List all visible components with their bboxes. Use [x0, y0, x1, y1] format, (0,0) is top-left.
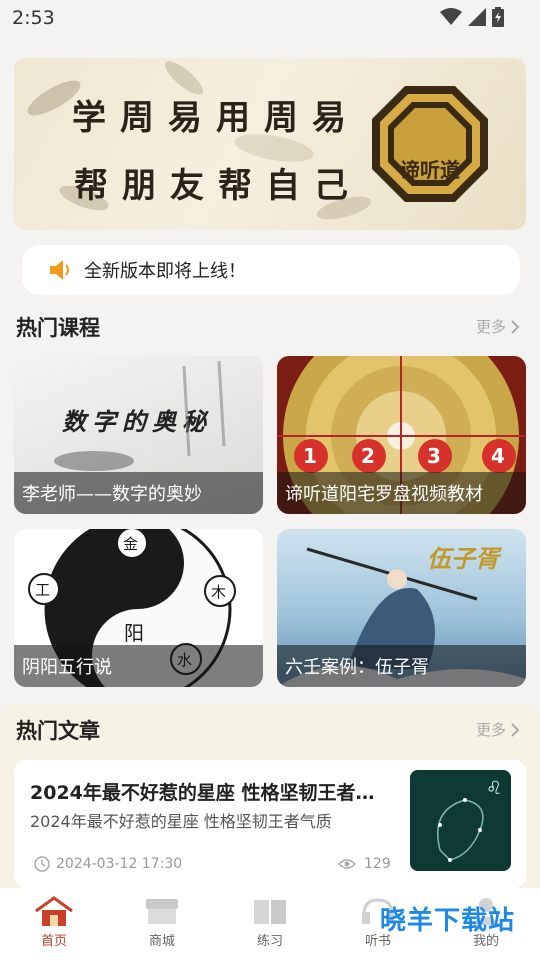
- tab-label: 商城: [148, 934, 175, 949]
- watermark: 晓羊下载站: [380, 906, 516, 936]
- course-card[interactable]: 金 工 木 阴 阳 水 阴阳五行说: [14, 529, 263, 687]
- home-icon: [35, 896, 73, 926]
- article-card[interactable]: 2024年最不好惹的星座 性格坚韧王者… 2024年最不好惹的星座 性格坚韧王者…: [14, 760, 526, 888]
- shop-icon: [146, 899, 178, 924]
- course-card[interactable]: 伍子胥 六壬案例：伍子胥: [277, 529, 526, 687]
- article-title: 2024年最不好惹的星座 性格坚韧王者…: [30, 782, 375, 804]
- articles-section-title: 热门文章: [16, 719, 100, 743]
- banner-slogan-line2: 帮朋友帮自己: [74, 166, 362, 206]
- banner-slogan-line1: 学周易用周易: [72, 98, 360, 138]
- courses-more-label: 更多: [475, 318, 506, 336]
- status-icons: [440, 7, 504, 27]
- leo-constellation-image: ♌: [410, 770, 511, 871]
- tab-label: 首页: [40, 934, 67, 949]
- article-date-text: 2024-03-12 17:30: [56, 856, 183, 872]
- articles-more-label: 更多: [475, 721, 506, 739]
- bagua-logo-text: 谛听道: [400, 158, 460, 182]
- element-glyph: 木: [211, 583, 227, 601]
- compass-number: 1: [303, 444, 317, 468]
- courses-more-link[interactable]: 更多: [476, 316, 520, 337]
- element-glyph: 阳: [124, 621, 144, 645]
- hero-banner[interactable]: 学周易用周易 帮朋友帮自己 谛听道: [14, 58, 526, 230]
- bagua-logo: [372, 86, 488, 202]
- tab-home[interactable]: 首页: [0, 888, 108, 960]
- ink-decoration: [54, 360, 226, 471]
- courses-section-title: 热门课程: [16, 316, 100, 340]
- clock-icon: [34, 856, 50, 872]
- course-title: 阴阳五行说: [14, 645, 263, 687]
- course-title: 谛听道阳宅罗盘视频教材: [277, 472, 526, 514]
- eye-icon: [338, 859, 356, 869]
- svg-text:♌: ♌: [486, 778, 502, 799]
- announcement-text: 全新版本即将上线！: [84, 261, 246, 282]
- status-bar: 2:53: [0, 0, 540, 36]
- element-glyph: 工: [35, 581, 51, 599]
- course-card[interactable]: 数字的奥秘 李老师——数字的奥妙: [14, 356, 263, 514]
- article-thumbnail: ♌: [410, 770, 511, 871]
- cellular-signal-icon: [468, 8, 486, 26]
- tab-label: 练习: [256, 934, 283, 949]
- announcement-bar[interactable]: 全新版本即将上线！: [22, 245, 520, 295]
- article-subtitle: 2024年最不好惹的星座 性格坚韧王者气质: [30, 812, 332, 831]
- chevron-right-icon: [511, 722, 520, 737]
- compass-number: 4: [491, 444, 505, 468]
- course-title: 李老师——数字的奥妙: [14, 472, 263, 514]
- wifi-icon: [440, 8, 462, 25]
- tab-practice[interactable]: 练习: [216, 888, 324, 960]
- compass-number: 3: [427, 444, 441, 468]
- element-glyph: 金: [123, 535, 139, 553]
- article-views: 129: [338, 856, 391, 872]
- book-icon: [254, 900, 286, 924]
- course-title: 六壬案例：伍子胥: [277, 645, 526, 687]
- course-art-text: 伍子胥: [427, 545, 499, 573]
- battery-icon: [492, 7, 504, 27]
- tab-shop[interactable]: 商城: [108, 888, 216, 960]
- speaker-icon: [50, 260, 69, 280]
- course-card[interactable]: 1 2 3 4 谛听道阳宅罗盘视频教材: [277, 356, 526, 514]
- articles-more-link[interactable]: 更多: [476, 719, 520, 740]
- article-views-count: 129: [364, 856, 391, 872]
- element-glyph: 阴: [124, 567, 144, 591]
- chevron-right-icon: [511, 319, 520, 334]
- article-date: 2024-03-12 17:30: [34, 856, 182, 872]
- compass-number: 2: [361, 444, 375, 468]
- status-time: 2:53: [12, 7, 55, 29]
